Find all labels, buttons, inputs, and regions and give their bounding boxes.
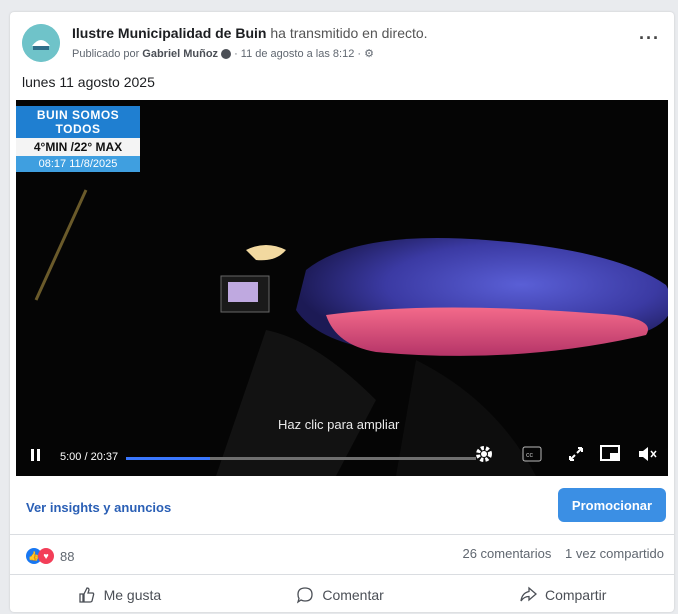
reactions-summary[interactable]: 👍 ♥ 88 [26, 548, 74, 564]
video-player[interactable]: BUIN SOMOS TODOS 4°MIN /22° MAX 08:17 11… [16, 100, 668, 476]
click-to-expand-hint[interactable]: Haz clic para ampliar [278, 417, 399, 432]
author-link[interactable]: Gabriel Muñoz [142, 48, 218, 60]
fullscreen-icon[interactable] [568, 446, 584, 467]
share-label: Compartir [544, 587, 607, 603]
mute-icon[interactable] [638, 446, 658, 467]
more-options-button[interactable]: ··· [639, 28, 660, 49]
promote-button[interactable]: Promocionar [558, 488, 666, 522]
post-header-title: Ilustre Municipalidad de Buin ha transmi… [72, 25, 428, 41]
post-actions-bar: Me gusta Comentar Compartir [10, 578, 674, 612]
like-label: Me gusta [103, 587, 162, 603]
insights-link[interactable]: Ver insights y anuncios [26, 500, 171, 515]
overlay-temperature: 4°MIN /22° MAX [16, 138, 140, 156]
miniplayer-icon[interactable] [600, 445, 620, 468]
share-icon [520, 586, 537, 602]
settings-icon: ⚙ [364, 48, 374, 60]
overlay-title: BUIN SOMOS TODOS [16, 106, 140, 138]
video-progress-bar[interactable] [126, 457, 476, 460]
comment-label: Comentar [322, 587, 384, 603]
pause-icon[interactable] [30, 448, 42, 467]
video-progress-fill [126, 457, 210, 460]
thumbs-up-icon [78, 587, 94, 603]
shares-count[interactable]: 1 vez compartido [565, 546, 664, 561]
post-text: lunes 11 agosto 2025 [22, 74, 155, 90]
page-avatar[interactable] [22, 24, 60, 62]
comment-icon [297, 587, 313, 604]
published-by-label: Publicado por [72, 47, 140, 60]
overlay-datetime: 08:17 11/8/2025 [16, 156, 140, 172]
live-overlay: BUIN SOMOS TODOS 4°MIN /22° MAX 08:17 11… [16, 106, 140, 172]
post-card: Ilustre Municipalidad de Buin ha transmi… [10, 12, 674, 612]
comments-count[interactable]: 26 comentarios [462, 546, 551, 561]
engagement-stats: 26 comentarios 1 vez compartido [462, 546, 664, 561]
love-reaction-icon: ♥ [38, 548, 54, 564]
gear-icon[interactable] [474, 444, 494, 469]
page-name-link[interactable]: Ilustre Municipalidad de Buin [72, 25, 266, 41]
comment-button[interactable]: Comentar [296, 586, 384, 604]
video-time: 5:00 / 20:37 [60, 451, 119, 463]
svg-text:cc: cc [526, 452, 534, 459]
info-icon [221, 48, 232, 59]
share-button[interactable]: Compartir [519, 586, 606, 604]
video-controls: 5:00 / 20:37 cc [16, 432, 668, 476]
post-action-text: ha transmitido en directo. [266, 25, 428, 41]
post-date[interactable]: · 11 de agosto a las 8:12 · [234, 48, 361, 60]
divider [10, 574, 674, 575]
post-meta: Publicado por Gabriel Muñoz · 11 de agos… [72, 47, 374, 61]
reactions-count: 88 [60, 548, 75, 564]
divider [10, 534, 674, 535]
captions-icon[interactable]: cc [522, 446, 542, 467]
like-button[interactable]: Me gusta [78, 586, 162, 604]
